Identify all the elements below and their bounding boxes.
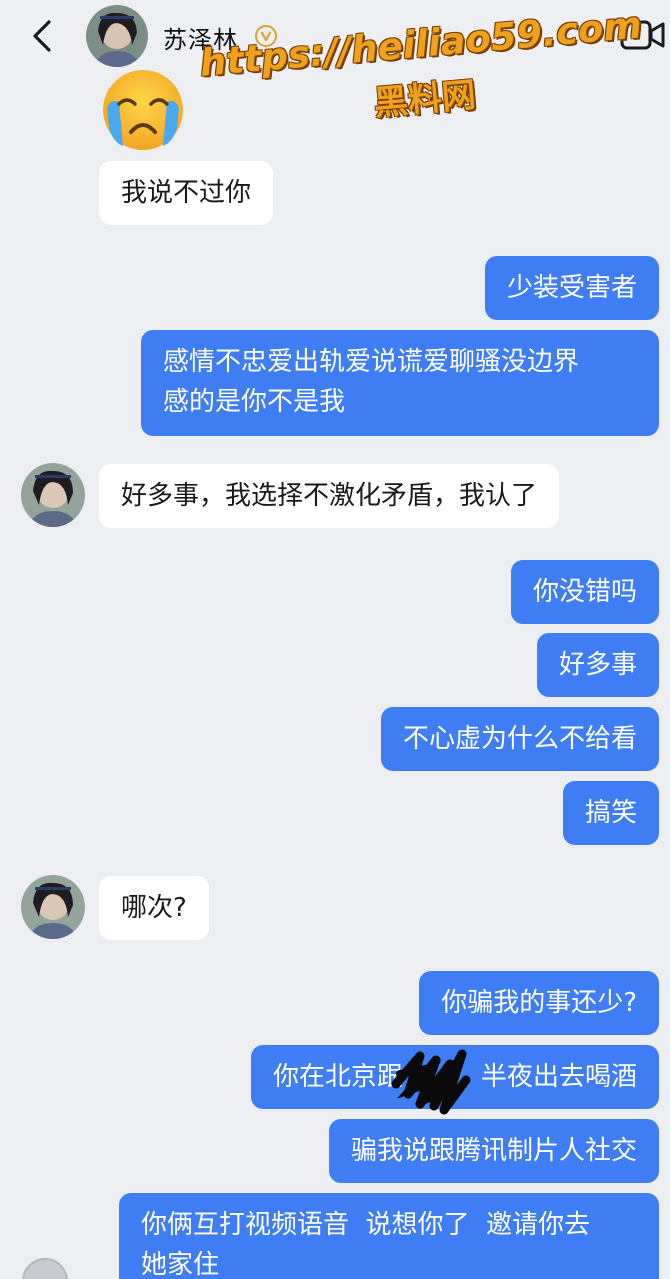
message-bubble-outgoing[interactable]: 你骗我的事还少? [419,971,659,1035]
message-text: 骗我说跟腾讯制片人社交 [350,1136,637,1166]
message-text: 搞笑 [584,798,637,828]
message-text: 哪次? [121,893,187,923]
contact-avatar[interactable] [21,875,85,939]
message-text: 少装受害者 [506,273,637,303]
verified-badge-icon [255,25,277,47]
message-bubble-outgoing[interactable]: 骗我说跟腾讯制片人社交 [328,1119,659,1183]
message-text: 你骗我的事还少? [441,988,637,1018]
video-call-icon [620,20,665,50]
crying-emoji-icon [103,70,183,150]
message-bubble-outgoing[interactable]: 感情不忠爱出轨爱说谎爱聊骚没边界 感的是你不是我 [141,330,659,436]
message-text: 不心虚为什么不给看 [402,724,637,754]
message-bubble-outgoing[interactable]: 你在北京跟 半夜出去喝酒 [250,1045,659,1109]
message-text-line: 她家住 [141,1250,220,1279]
message-bubble-incoming[interactable]: 好多事，我选择不激化矛盾，我认了 [99,464,560,528]
message-bubble-outgoing[interactable]: 少装受害者 [484,256,659,320]
message-bubble-incoming[interactable]: 哪次? [99,876,209,940]
back-button[interactable] [22,16,62,56]
message-bubble-outgoing[interactable]: 搞笑 [562,781,659,845]
chat-header: 苏泽林 [0,0,670,72]
floating-button[interactable] [22,1258,68,1279]
message-bubble-outgoing[interactable]: 不心虚为什么不给看 [380,707,659,771]
message-text-line: 感情不忠爱出轨爱说谎爱聊骚没边界 [163,347,580,377]
message-text-line: 你俩互打视频语音 说想你了 邀请你去 [141,1210,591,1240]
contact-avatar[interactable] [86,5,148,67]
message-text: 我说不过你 [121,178,252,208]
message-bubble-outgoing[interactable]: 你没错吗 [510,560,659,624]
contact-avatar[interactable] [21,463,85,527]
message-text: 好多事，我选择不激化矛盾，我认了 [121,481,538,511]
message-bubble-outgoing[interactable]: 好多事 [536,633,659,697]
message-bubble-outgoing[interactable]: 你俩互打视频语音 说想你了 邀请你去 她家住 [119,1193,659,1279]
message-text-line: 感的是你不是我 [163,387,346,417]
message-text: 你没错吗 [532,577,637,607]
contact-name: 苏泽林 [163,26,238,54]
video-call-button[interactable] [620,18,666,52]
message-text: 你在北京跟 半夜出去喝酒 [272,1062,637,1092]
back-arrow-icon [33,20,51,52]
message-bubble-incoming[interactable]: 我说不过你 [99,161,274,225]
message-text: 好多事 [558,650,637,680]
